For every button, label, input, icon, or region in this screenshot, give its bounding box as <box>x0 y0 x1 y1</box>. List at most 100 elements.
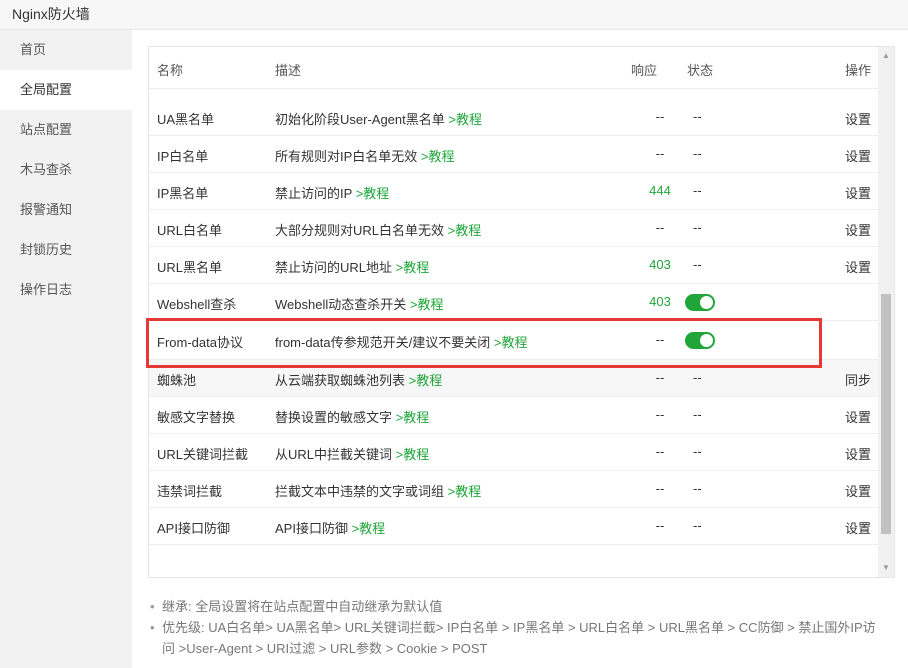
header-name: 名称 <box>157 63 184 78</box>
tutorial-link[interactable]: >教程 <box>448 112 482 127</box>
rules-table: 名称 描述 响应 状态 操作 UA黑名单 初始化阶段User-Agent黑名单 … <box>148 46 895 578</box>
settings-button[interactable]: 设置 <box>845 444 871 463</box>
rule-status: -- <box>693 183 702 198</box>
rule-desc: 拦截文本中违禁的文字或词组 >教程 <box>275 484 482 499</box>
sidebar-item-site-config[interactable]: 站点配置 <box>0 110 132 150</box>
rule-status: -- <box>693 481 702 496</box>
rule-response: -- <box>655 407 665 422</box>
note-priority: 优先级: UA白名单> UA黑名单> URL关键词拦截> IP白名单 > IP黑… <box>148 617 888 659</box>
tutorial-link[interactable]: >教程 <box>396 447 430 462</box>
table-body: UA黑名单 初始化阶段User-Agent黑名单 >教程 -- -- 设置 IP… <box>149 99 879 545</box>
rule-response: 444 <box>649 183 671 198</box>
tutorial-link[interactable]: >教程 <box>448 484 482 499</box>
rule-name: API接口防御 <box>157 521 230 536</box>
scroll-down-icon[interactable]: ▼ <box>878 561 894 575</box>
tutorial-link[interactable]: >教程 <box>356 186 390 201</box>
table-row: 违禁词拦截 拦截文本中违禁的文字或词组 >教程 -- -- 设置 <box>149 471 879 508</box>
rule-desc: 替换设置的敏感文字 >教程 <box>275 410 430 425</box>
rule-name: 蜘蛛池 <box>157 373 197 388</box>
toggle-knob <box>700 296 713 309</box>
tutorial-link[interactable]: >教程 <box>448 223 482 238</box>
table-scrollbar[interactable]: ▲ ▼ <box>878 47 894 577</box>
rule-response: -- <box>655 109 665 124</box>
main-content: 名称 描述 响应 状态 操作 UA黑名单 初始化阶段User-Agent黑名单 … <box>132 30 908 668</box>
settings-button[interactable]: 设置 <box>845 146 871 165</box>
rule-name: 敏感文字替换 <box>157 410 236 425</box>
rule-name: 违禁词拦截 <box>157 484 223 499</box>
table-row: UA黑名单 初始化阶段User-Agent黑名单 >教程 -- -- 设置 <box>149 99 879 136</box>
settings-button[interactable]: 设置 <box>845 109 871 128</box>
table-row: URL关键词拦截 从URL中拦截关键词 >教程 -- -- 设置 <box>149 434 879 471</box>
rule-status: -- <box>693 407 702 422</box>
tutorial-link[interactable]: >教程 <box>396 260 430 275</box>
table-row: URL白名单 大部分规则对URL白名单无效 >教程 -- -- 设置 <box>149 210 879 247</box>
sidebar-item-global-config[interactable]: 全局配置 <box>0 70 132 110</box>
rule-desc: 禁止访问的URL地址 >教程 <box>275 260 430 275</box>
header-resp: 响应 <box>631 63 658 78</box>
sidebar-item-block-history[interactable]: 封锁历史 <box>0 230 132 270</box>
tutorial-link[interactable]: >教程 <box>410 297 444 312</box>
sync-button[interactable]: 同步 <box>845 370 871 389</box>
rule-desc: 从云端获取蜘蛛池列表 >教程 <box>275 373 443 388</box>
sidebar: 首页 全局配置 站点配置 木马查杀 报警通知 封锁历史 操作日志 <box>0 30 132 668</box>
header-desc: 描述 <box>275 63 302 78</box>
rule-name: IP黑名单 <box>157 186 209 201</box>
settings-button[interactable]: 设置 <box>845 183 871 202</box>
rule-status: -- <box>693 518 702 533</box>
sidebar-item-home[interactable]: 首页 <box>0 30 132 70</box>
rule-desc: 禁止访问的IP >教程 <box>275 186 390 201</box>
rule-name: URL白名单 <box>157 223 223 238</box>
rule-name: IP白名单 <box>157 149 209 164</box>
scroll-up-icon[interactable]: ▲ <box>878 49 894 63</box>
note-inherit: 继承: 全局设置将在站点配置中自动继承为默认值 <box>148 596 888 617</box>
table-row: IP白名单 所有规则对IP白名单无效 >教程 -- -- 设置 <box>149 136 879 173</box>
rule-response: -- <box>655 370 665 385</box>
rule-status: -- <box>693 444 702 459</box>
rule-response: 403 <box>649 294 671 309</box>
rule-desc: 大部分规则对URL白名单无效 >教程 <box>275 223 482 238</box>
rule-status: -- <box>693 146 702 161</box>
from-data-toggle[interactable] <box>685 332 715 349</box>
sidebar-item-trojan-scan[interactable]: 木马查杀 <box>0 150 132 190</box>
table-row: IP黑名单 禁止访问的IP >教程 444 -- 设置 <box>149 173 879 210</box>
rule-status: -- <box>693 109 702 124</box>
settings-button[interactable]: 设置 <box>845 518 871 537</box>
tutorial-link[interactable]: >教程 <box>396 410 430 425</box>
settings-button[interactable]: 设置 <box>845 407 871 426</box>
rule-desc: 初始化阶段User-Agent黑名单 >教程 <box>275 112 482 127</box>
tutorial-link[interactable]: >教程 <box>494 335 528 350</box>
window-titlebar: Nginx防火墙 <box>0 0 908 30</box>
sidebar-item-operation-log[interactable]: 操作日志 <box>0 270 132 310</box>
rule-response: -- <box>655 332 665 347</box>
rule-desc: 所有规则对IP白名单无效 >教程 <box>275 149 455 164</box>
settings-button[interactable]: 设置 <box>845 220 871 239</box>
toggle-knob <box>700 334 713 347</box>
rule-desc: API接口防御 >教程 <box>275 521 386 536</box>
scroll-thumb[interactable] <box>881 294 891 534</box>
rule-status: -- <box>693 257 702 272</box>
rule-name: URL黑名单 <box>157 260 223 275</box>
rule-name: URL关键词拦截 <box>157 447 249 462</box>
settings-button[interactable]: 设置 <box>845 257 871 276</box>
table-row: Webshell查杀 Webshell动态查杀开关 >教程 403 <box>149 284 879 321</box>
rule-desc: 从URL中拦截关键词 >教程 <box>275 447 430 462</box>
tutorial-link[interactable]: >教程 <box>421 149 455 164</box>
table-row: 蜘蛛池 从云端获取蜘蛛池列表 >教程 -- -- 同步 <box>149 360 879 397</box>
header-status: 状态 <box>687 63 714 78</box>
rule-status: -- <box>693 370 702 385</box>
header-action: 操作 <box>844 63 871 78</box>
rule-response: 403 <box>649 257 671 272</box>
tutorial-link[interactable]: >教程 <box>352 521 386 536</box>
rule-desc: from-data传参规范开关/建议不要关闭 >教程 <box>275 335 528 350</box>
rule-response: -- <box>655 518 665 533</box>
rule-response: -- <box>655 146 665 161</box>
help-notes: 继承: 全局设置将在站点配置中自动继承为默认值 优先级: UA白名单> UA黑名… <box>148 596 888 659</box>
tutorial-link[interactable]: >教程 <box>409 373 443 388</box>
settings-button[interactable]: 设置 <box>845 481 871 500</box>
table-row: 敏感文字替换 替换设置的敏感文字 >教程 -- -- 设置 <box>149 397 879 434</box>
webshell-toggle[interactable] <box>685 294 715 311</box>
sidebar-item-alert-notify[interactable]: 报警通知 <box>0 190 132 230</box>
rule-status: -- <box>693 220 702 235</box>
table-row: From-data协议 from-data传参规范开关/建议不要关闭 >教程 -… <box>149 321 879 360</box>
rule-desc: Webshell动态查杀开关 >教程 <box>275 297 444 312</box>
